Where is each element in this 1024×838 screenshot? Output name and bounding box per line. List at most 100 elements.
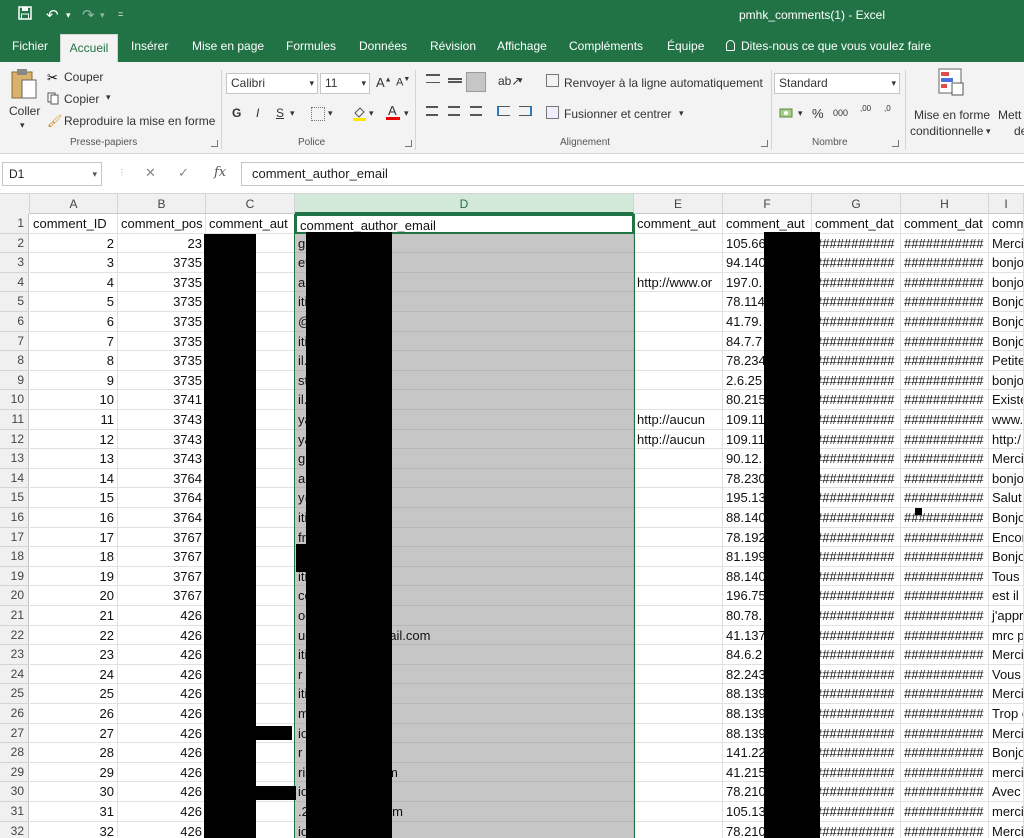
table-cell[interactable]: ########### [901, 625, 989, 646]
table-cell[interactable]: 30 [30, 782, 118, 802]
table-cell[interactable]: 3735 [118, 331, 206, 352]
table-cell[interactable]: ########### [812, 645, 901, 665]
table-cell[interactable]: 29 [30, 762, 118, 783]
row-header[interactable]: 19 [0, 566, 29, 587]
table-cell[interactable]: ########### [901, 429, 989, 450]
table-cell[interactable]: 25 [30, 684, 118, 704]
table-cell[interactable]: ########### [901, 527, 989, 548]
row-header[interactable]: 8 [0, 351, 29, 371]
table-cell[interactable]: http:/ [989, 429, 1024, 450]
align-middle-icon[interactable] [448, 78, 462, 83]
table-cell[interactable]: 20 [30, 586, 118, 606]
table-cell[interactable]: 12 [30, 429, 118, 450]
row-header[interactable]: 17 [0, 527, 29, 548]
bold-button[interactable]: G [232, 106, 241, 120]
font-size-select[interactable]: 11 ▾ [320, 73, 370, 94]
format-as-table-label-2[interactable]: de [1014, 124, 1024, 138]
row-header[interactable]: 25 [0, 684, 29, 704]
table-cell[interactable]: 2 [30, 233, 118, 254]
table-cell[interactable] [634, 233, 723, 254]
table-cell[interactable]: ########### [901, 449, 989, 469]
row-header[interactable]: 28 [0, 743, 29, 763]
header-cell[interactable]: comment_aut [634, 214, 723, 234]
table-cell[interactable]: 3764 [118, 508, 206, 528]
row-header[interactable]: 10 [0, 390, 29, 410]
table-cell[interactable] [634, 351, 723, 371]
table-cell[interactable]: 3767 [118, 566, 206, 587]
table-cell[interactable]: 3735 [118, 272, 206, 293]
table-cell[interactable]: 15 [30, 488, 118, 508]
table-cell[interactable]: Bonjo [989, 331, 1024, 352]
row-header[interactable]: 12 [0, 429, 29, 450]
row-header[interactable]: 30 [0, 782, 29, 802]
decrease-decimal-button[interactable]: ,0 [884, 104, 891, 113]
format-painter-button[interactable]: Reproduire la mise en forme [64, 114, 215, 128]
cancel-icon[interactable]: ✕ [145, 165, 156, 181]
percent-button[interactable]: % [812, 106, 824, 121]
table-cell[interactable]: ########### [812, 625, 901, 646]
row-header[interactable]: 4 [0, 272, 29, 293]
table-cell[interactable]: Bonjo [989, 743, 1024, 763]
table-cell[interactable]: ########### [901, 233, 989, 254]
table-cell[interactable]: ########### [812, 370, 901, 391]
tab-revision[interactable]: Révision [430, 32, 476, 62]
table-cell[interactable]: 27 [30, 723, 118, 744]
orientation-dropdown-icon[interactable]: ▾ [518, 75, 523, 86]
table-cell[interactable]: ########### [901, 704, 989, 724]
table-cell[interactable]: Merci [989, 645, 1024, 665]
table-cell[interactable]: 23 [118, 233, 206, 254]
enter-icon[interactable]: ✓ [178, 165, 189, 181]
table-cell[interactable]: 426 [118, 762, 206, 783]
table-cell[interactable]: bonjo [989, 370, 1024, 391]
table-cell[interactable]: ########### [812, 410, 901, 430]
table-cell[interactable]: 426 [118, 782, 206, 802]
fill-color-dropdown-icon[interactable]: ▾ [369, 108, 374, 119]
copy-dropdown-icon[interactable]: ▾ [106, 92, 111, 103]
table-cell[interactable] [634, 664, 723, 685]
table-cell[interactable] [634, 645, 723, 665]
table-cell[interactable] [634, 684, 723, 704]
table-cell[interactable] [634, 508, 723, 528]
table-cell[interactable]: 26 [30, 704, 118, 724]
table-cell[interactable] [634, 370, 723, 391]
column-header-a[interactable]: A [30, 194, 118, 214]
table-cell[interactable] [634, 390, 723, 410]
table-cell[interactable]: 3735 [118, 292, 206, 312]
table-cell[interactable]: 3767 [118, 586, 206, 606]
column-header-e[interactable]: E [634, 194, 723, 214]
table-cell[interactable]: ########### [901, 684, 989, 704]
header-cell[interactable]: comment_aut [723, 214, 812, 234]
table-cell[interactable]: Encor [989, 527, 1024, 548]
table-cell[interactable]: ########### [812, 547, 901, 567]
borders-icon[interactable] [311, 107, 325, 121]
select-all-corner[interactable] [0, 194, 30, 214]
table-cell[interactable] [634, 743, 723, 763]
table-cell[interactable]: ########### [812, 704, 901, 724]
table-cell[interactable]: ########### [812, 429, 901, 450]
table-cell[interactable]: ########### [901, 821, 989, 838]
table-cell[interactable]: 21 [30, 606, 118, 626]
row-header[interactable]: 3 [0, 253, 29, 273]
table-cell[interactable]: ########### [812, 488, 901, 508]
table-cell[interactable]: j'appr [989, 606, 1024, 626]
table-cell[interactable]: Tous [989, 566, 1024, 587]
table-cell[interactable] [634, 547, 723, 567]
table-cell[interactable]: ########### [901, 782, 989, 802]
table-cell[interactable]: 17 [30, 527, 118, 548]
table-cell[interactable]: ########### [812, 684, 901, 704]
table-cell[interactable]: http://aucun [634, 410, 723, 430]
table-cell[interactable] [634, 331, 723, 352]
table-cell[interactable] [634, 292, 723, 312]
table-cell[interactable]: 3735 [118, 351, 206, 371]
table-cell[interactable]: ########### [901, 664, 989, 685]
thousands-separator-button[interactable]: 000 [833, 108, 848, 118]
tab-fichier[interactable]: Fichier [12, 32, 48, 62]
table-cell[interactable] [634, 723, 723, 744]
formula-input[interactable]: comment_author_email [241, 162, 1024, 186]
table-cell[interactable]: 22 [30, 625, 118, 646]
table-cell[interactable] [634, 488, 723, 508]
accounting-format-icon[interactable] [779, 106, 793, 120]
table-cell[interactable]: http://aucun [634, 429, 723, 450]
header-cell[interactable]: comm [989, 214, 1024, 234]
underline-dropdown-icon[interactable]: ▾ [290, 108, 295, 119]
